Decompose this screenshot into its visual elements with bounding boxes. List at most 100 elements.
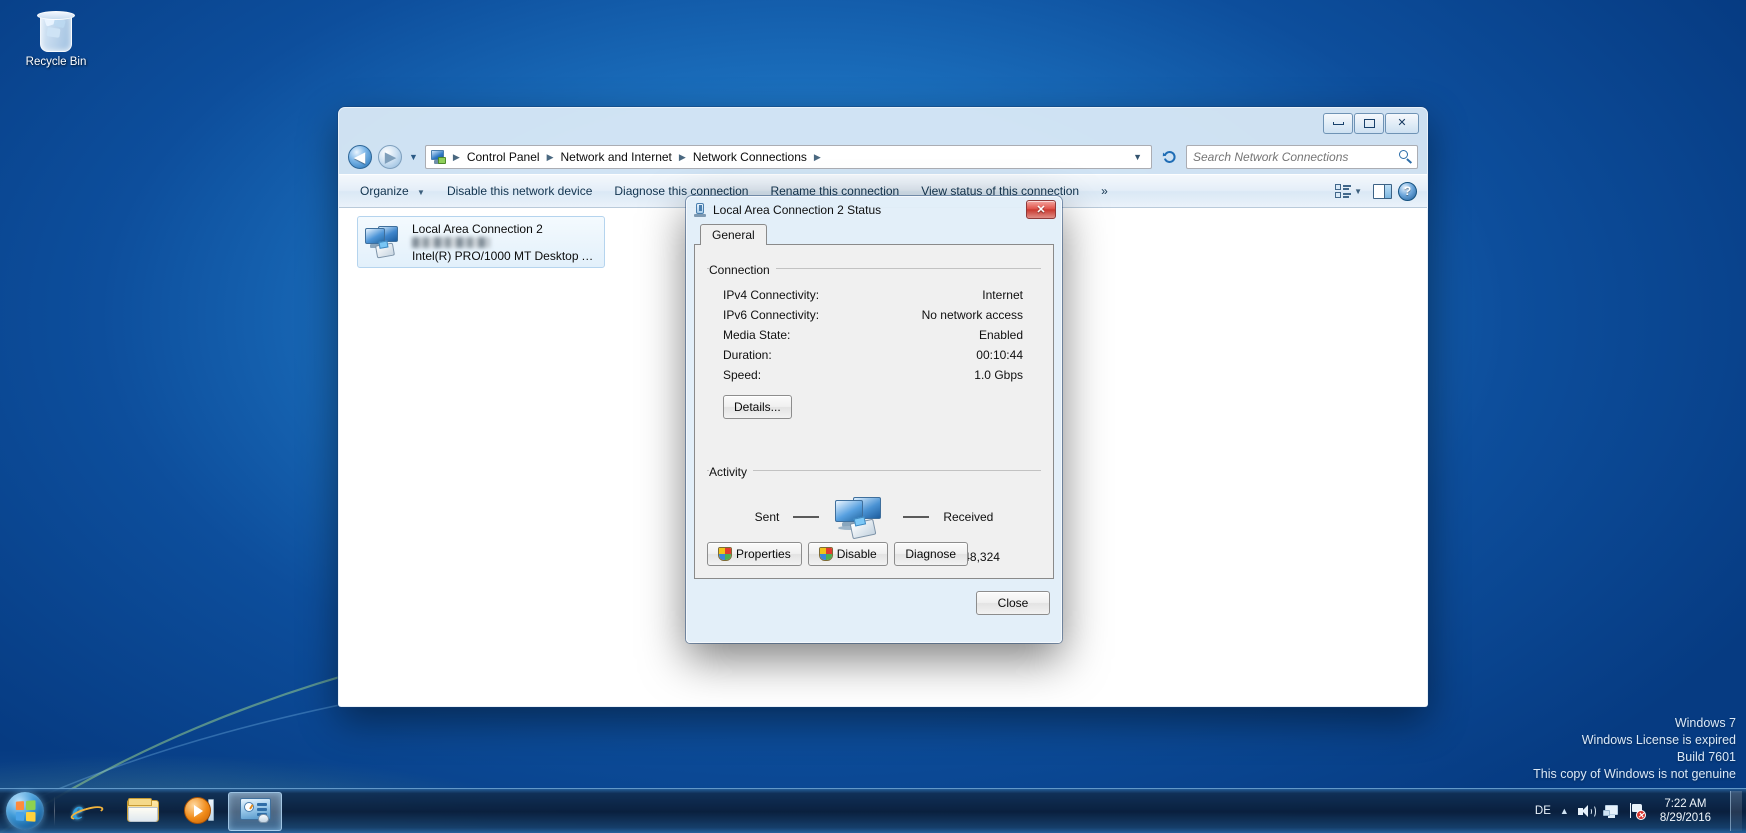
general-tab-pane: Connection IPv4 Connectivity: Internet I…: [694, 244, 1054, 579]
taskbar-item-windows-explorer[interactable]: [116, 792, 170, 831]
language-indicator[interactable]: DE: [1535, 805, 1551, 817]
chevron-down-icon: ▼: [417, 188, 425, 197]
network-tray-button[interactable]: [1602, 804, 1620, 819]
connection-name: Local Area Connection 2: [412, 221, 543, 236]
row-ipv4-connectivity: IPv4 Connectivity: Internet: [707, 285, 1041, 305]
volume-tray-button[interactable]: [1577, 804, 1596, 819]
system-tray: DE ▲ ✕ 7:22 AM 8/29/2016: [1535, 791, 1746, 831]
row-speed: Speed: 1.0 Gbps: [707, 365, 1041, 385]
breadcrumb-item-network-connections[interactable]: Network Connections: [689, 148, 811, 166]
network-adapter-icon: [364, 224, 404, 260]
details-button[interactable]: Details...: [723, 395, 792, 419]
view-list-icon: [1335, 184, 1352, 198]
action-center-alert-badge: ✕: [1635, 810, 1646, 820]
activity-computers-icon: [833, 495, 889, 540]
command-disable-device[interactable]: Disable this network device: [436, 179, 603, 203]
ipv6-connectivity-value: No network access: [921, 308, 1023, 322]
window-title-bar: ✕: [339, 108, 1427, 140]
diagnose-button[interactable]: Diagnose: [893, 542, 968, 566]
sent-link-line: [793, 516, 820, 518]
breadcrumb-separator-3: ▶: [813, 151, 821, 162]
clock-date: 8/29/2016: [1659, 812, 1711, 824]
duration-value: 00:10:44: [976, 348, 1023, 362]
desktop-icon-recycle-bin[interactable]: Recycle Bin: [10, 8, 102, 68]
maximize-button[interactable]: [1354, 113, 1384, 134]
activity-graphic: Sent Received: [707, 495, 1041, 540]
network-connections-icon: [430, 149, 447, 165]
search-box[interactable]: [1186, 145, 1418, 169]
connection-status-dialog: Local Area Connection 2 Status ✕ General…: [686, 196, 1062, 643]
row-media-state: Media State: Enabled: [707, 325, 1041, 345]
breadcrumb-item-network-and-internet[interactable]: Network and Internet: [556, 148, 675, 166]
back-button[interactable]: ◀: [348, 145, 372, 169]
connection-adapter: Intel(R) PRO/1000 MT Desktop Ad...: [412, 248, 598, 263]
address-dropdown-icon[interactable]: ▼: [1128, 152, 1147, 162]
connection-group-label: Connection: [709, 263, 776, 277]
change-view-button[interactable]: ▼: [1330, 181, 1367, 201]
breadcrumb-separator-2: ▶: [678, 151, 686, 162]
properties-button[interactable]: Properties: [707, 542, 802, 566]
help-icon[interactable]: ?: [1398, 181, 1417, 201]
received-label: Received: [943, 510, 994, 524]
show-desktop-button[interactable]: [1730, 791, 1742, 831]
command-overflow[interactable]: »: [1090, 179, 1119, 203]
dialog-close-action-button[interactable]: Close: [976, 591, 1050, 615]
breadcrumb-separator-1: ▶: [546, 151, 554, 162]
command-organize[interactable]: Organize ▼: [349, 179, 436, 203]
speaker-icon: [1577, 804, 1596, 819]
taskbar-item-control-panel[interactable]: [228, 791, 282, 831]
ipv4-connectivity-value: Internet: [982, 288, 1023, 302]
tab-general[interactable]: General: [700, 224, 767, 245]
network-icon: [1602, 804, 1620, 819]
uac-shield-icon: [818, 547, 833, 561]
breadcrumb[interactable]: ▶ Control Panel ▶ Network and Internet ▶…: [424, 145, 1152, 169]
breadcrumb-item-control-panel[interactable]: Control Panel: [463, 148, 544, 166]
breadcrumb-separator-0: ▶: [452, 151, 460, 162]
taskbar-item-internet-explorer[interactable]: e: [60, 792, 114, 831]
connection-group: Connection: [707, 261, 1041, 279]
refresh-icon: [1162, 150, 1176, 163]
duration-label: Duration:: [723, 348, 772, 362]
action-center-tray-button[interactable]: ✕: [1629, 803, 1646, 820]
watermark-line-4: This copy of Windows is not genuine: [1533, 767, 1736, 781]
taskbar-divider: [54, 796, 55, 826]
preview-pane-button[interactable]: [1373, 183, 1392, 199]
taskbar: e DE ▲ ✕ 7:22 AM 8/29/2016: [0, 788, 1746, 833]
close-button[interactable]: ✕: [1385, 113, 1419, 134]
clock[interactable]: 7:22 AM 8/29/2016: [1654, 797, 1717, 825]
close-icon: ✕: [1036, 204, 1046, 216]
control-panel-icon: [239, 798, 271, 824]
row-duration: Duration: 00:10:44: [707, 345, 1041, 365]
refresh-button[interactable]: [1158, 146, 1180, 168]
taskbar-item-windows-media-player[interactable]: [172, 792, 226, 831]
search-input[interactable]: [1191, 149, 1399, 165]
command-organize-label: Organize: [360, 184, 409, 198]
row-ipv6-connectivity: IPv6 Connectivity: No network access: [707, 305, 1041, 325]
watermark-line-3: Build 7601: [1676, 750, 1736, 764]
activity-group-label: Activity: [709, 465, 754, 479]
forward-arrow-icon: ▶: [384, 148, 397, 166]
recent-pages-button[interactable]: ▼: [408, 152, 419, 162]
windows-activation-watermark: Windows 7 Windows License is expired Bui…: [1533, 715, 1736, 783]
start-button[interactable]: [0, 790, 50, 832]
list-item-local-area-connection-2[interactable]: Local Area Connection 2 Intel(R) PRO/100…: [357, 216, 605, 268]
internet-explorer-icon: e: [69, 796, 105, 826]
sent-label: Sent: [754, 510, 780, 524]
disable-button-label: Disable: [836, 547, 877, 561]
show-hidden-icons-button[interactable]: ▲: [1560, 806, 1569, 816]
forward-button[interactable]: ▶: [378, 145, 402, 169]
views-chevron-down-icon: ▼: [1354, 186, 1362, 196]
ipv4-connectivity-label: IPv4 Connectivity:: [723, 288, 820, 302]
dialog-close-button[interactable]: ✕: [1026, 200, 1056, 219]
disable-button[interactable]: Disable: [807, 542, 888, 566]
dialog-title: Local Area Connection 2 Status: [713, 203, 882, 217]
media-state-value: Enabled: [978, 328, 1023, 342]
clock-time: 7:22 AM: [1664, 798, 1707, 810]
ipv6-connectivity-label: IPv6 Connectivity:: [723, 308, 820, 322]
watermark-line-2: Windows License is expired: [1581, 733, 1736, 747]
connection-status-icon: [693, 202, 707, 218]
window-controls: ✕: [1323, 113, 1419, 134]
dialog-title-bar: Local Area Connection 2 Status ✕: [687, 197, 1061, 223]
speed-value: 1.0 Gbps: [974, 368, 1023, 382]
minimize-button[interactable]: [1323, 113, 1353, 134]
